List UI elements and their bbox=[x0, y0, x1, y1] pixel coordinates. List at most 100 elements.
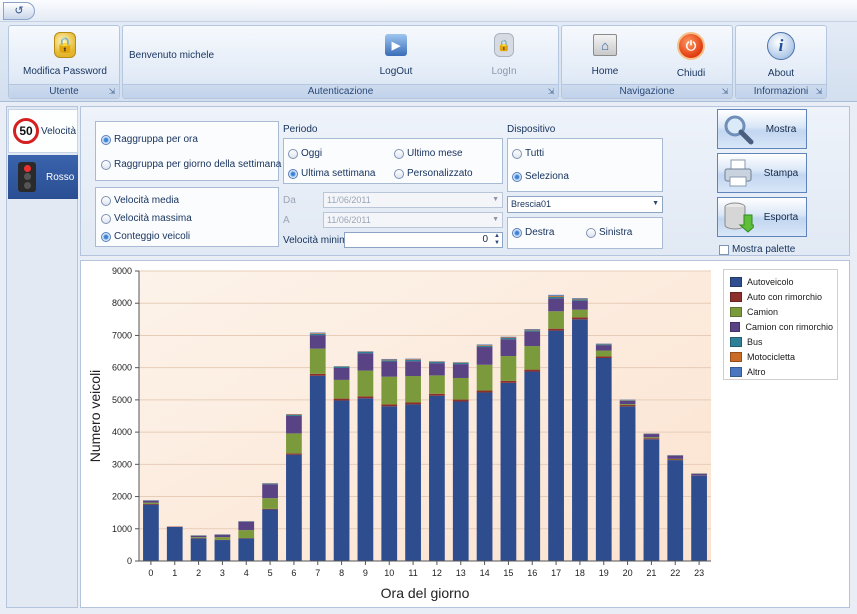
nav-item-velocita[interactable]: 50 Velocità bbox=[8, 109, 78, 153]
x-tick-label: 2 bbox=[196, 568, 201, 578]
x-tick-label: 21 bbox=[646, 568, 656, 578]
login-label: LogIn bbox=[491, 66, 517, 77]
velocita-minima-stepper[interactable]: 0 ▲ ▼ bbox=[344, 232, 503, 248]
login-button[interactable]: 🔒 LogIn bbox=[479, 30, 529, 77]
bar-segment bbox=[500, 382, 517, 561]
bar-segment bbox=[262, 498, 278, 509]
bar-segment bbox=[333, 367, 350, 380]
home-icon: ⌂ bbox=[593, 34, 617, 56]
nav-item-label: Velocità bbox=[41, 125, 77, 137]
x-tick-label: 12 bbox=[432, 568, 442, 578]
chiudi-button[interactable]: ⏻ Chiudi bbox=[666, 30, 716, 79]
bar-segment bbox=[595, 345, 612, 351]
logout-button[interactable]: ▶ LogOut bbox=[371, 30, 421, 77]
bar-segment bbox=[500, 337, 517, 339]
nav-item-label: Rosso bbox=[46, 171, 75, 183]
bar-segment bbox=[309, 335, 326, 349]
bar-segment bbox=[572, 298, 588, 299]
stampa-label: Stampa bbox=[763, 167, 799, 179]
bar-segment bbox=[619, 400, 636, 405]
bar-segment bbox=[286, 414, 302, 416]
bar-segment bbox=[405, 402, 421, 405]
bar-segment bbox=[500, 356, 517, 381]
legend-label: Autoveicolo bbox=[747, 276, 794, 287]
bar-segment bbox=[429, 375, 445, 394]
bar-segment bbox=[405, 404, 421, 561]
modifica-password-label: Modifica Password bbox=[23, 66, 107, 77]
bar-segment bbox=[405, 358, 421, 360]
group-label-utente: Utente ⇲ bbox=[9, 84, 119, 98]
bar-segment bbox=[548, 328, 564, 331]
legend-swatch bbox=[730, 306, 742, 317]
about-button[interactable]: i About bbox=[756, 30, 806, 79]
radio-conteggio-veicoli[interactable]: Conteggio veicoli bbox=[101, 231, 190, 242]
x-tick-label: 19 bbox=[599, 568, 609, 578]
y-tick-label: 5000 bbox=[112, 395, 132, 405]
device-select[interactable]: Brescia01 ▼ bbox=[507, 196, 663, 213]
spin-arrows-icon[interactable]: ▲ ▼ bbox=[494, 233, 500, 247]
esporta-button[interactable]: Esporta bbox=[717, 197, 807, 237]
group-launcher-icon[interactable]: ⇲ bbox=[108, 88, 116, 96]
modifica-password-button[interactable]: 🔒 Modifica Password bbox=[19, 30, 111, 77]
legend-item: Bus bbox=[728, 334, 833, 349]
radio-ultima-settimana[interactable]: Ultima settimana bbox=[288, 168, 375, 179]
x-tick-label: 7 bbox=[315, 568, 320, 578]
radio-ultimo-mese[interactable]: Ultimo mese bbox=[394, 148, 463, 159]
bar-segment bbox=[595, 356, 612, 358]
x-tick-label: 22 bbox=[670, 568, 680, 578]
speed-limit-icon: 50 bbox=[13, 118, 39, 144]
bar-segment bbox=[357, 396, 374, 399]
home-button[interactable]: ⌂ Home bbox=[580, 30, 630, 77]
legend-item: Camion bbox=[728, 304, 833, 319]
bar-segment bbox=[572, 317, 588, 320]
filter-panel: Raggruppa per ora Raggruppa per giorno d… bbox=[80, 106, 850, 256]
radio-velocita-massima[interactable]: Velocità massima bbox=[101, 213, 192, 224]
legend-label: Bus bbox=[747, 336, 763, 347]
y-tick-label: 0 bbox=[127, 556, 132, 566]
login-lock-icon: 🔒 bbox=[494, 33, 514, 57]
mostra-button[interactable]: Mostra bbox=[717, 109, 807, 149]
group-launcher-icon[interactable]: ⇲ bbox=[547, 88, 555, 96]
application-menu-button[interactable]: ↺ bbox=[3, 2, 35, 20]
power-icon: ⏻ bbox=[677, 32, 705, 60]
group-launcher-icon[interactable]: ⇲ bbox=[815, 88, 823, 96]
radio-indicator bbox=[512, 171, 522, 182]
radio-destra[interactable]: Destra bbox=[512, 227, 554, 238]
radio-raggruppa-per-giorno[interactable]: Raggruppa per giorno della settimana bbox=[101, 159, 281, 170]
radio-seleziona[interactable]: Seleziona bbox=[512, 171, 569, 182]
bar-segment bbox=[357, 353, 374, 371]
bar-segment bbox=[214, 537, 231, 540]
periodo-title: Periodo bbox=[283, 124, 318, 135]
x-tick-label: 23 bbox=[694, 568, 704, 578]
legend-swatch bbox=[730, 366, 742, 377]
lock-key-icon: 🔒 bbox=[54, 32, 76, 58]
bar-segment bbox=[667, 455, 684, 459]
radio-oggi[interactable]: Oggi bbox=[288, 148, 322, 159]
chart-legend: Autoveicolo Auto con rimorchio Camion Camio… bbox=[723, 269, 838, 380]
radio-indicator bbox=[101, 195, 111, 206]
radio-raggruppa-per-ora[interactable]: Raggruppa per ora bbox=[101, 134, 198, 145]
a-date-picker[interactable]: 11/06/2011 ▼ bbox=[323, 212, 503, 228]
bar-segment bbox=[548, 311, 564, 329]
radio-sinistra[interactable]: Sinistra bbox=[586, 227, 632, 238]
group-launcher-icon[interactable]: ⇲ bbox=[721, 88, 729, 96]
bar-segment bbox=[548, 296, 564, 299]
bar-segment bbox=[333, 400, 350, 561]
direction-box: Destra Sinistra bbox=[507, 217, 663, 249]
chart-container: 0 1000 2000 3000 4000 5000 6000 7000 8000 9000 0 1 2… bbox=[80, 260, 850, 608]
x-tick-label: 13 bbox=[456, 568, 466, 578]
radio-velocita-media[interactable]: Velocità media bbox=[101, 195, 179, 206]
mostra-palette-checkbox[interactable]: Mostra palette bbox=[719, 244, 795, 255]
radio-tutti[interactable]: Tutti bbox=[512, 148, 544, 159]
radio-personalizzato[interactable]: Personalizzato bbox=[394, 168, 473, 179]
bar-segment bbox=[286, 416, 302, 434]
bar-segment bbox=[643, 434, 660, 438]
y-tick-label: 1000 bbox=[112, 524, 132, 534]
bar-segment bbox=[333, 398, 350, 401]
bar-segment bbox=[262, 484, 278, 499]
nav-item-rosso[interactable]: Rosso bbox=[8, 155, 78, 199]
da-date-picker[interactable]: 11/06/2011 ▼ bbox=[323, 192, 503, 208]
bar-segment bbox=[381, 376, 398, 405]
stampa-button[interactable]: Stampa bbox=[717, 153, 807, 193]
group-label-autenticazione: Autenticazione ⇲ bbox=[123, 84, 558, 98]
